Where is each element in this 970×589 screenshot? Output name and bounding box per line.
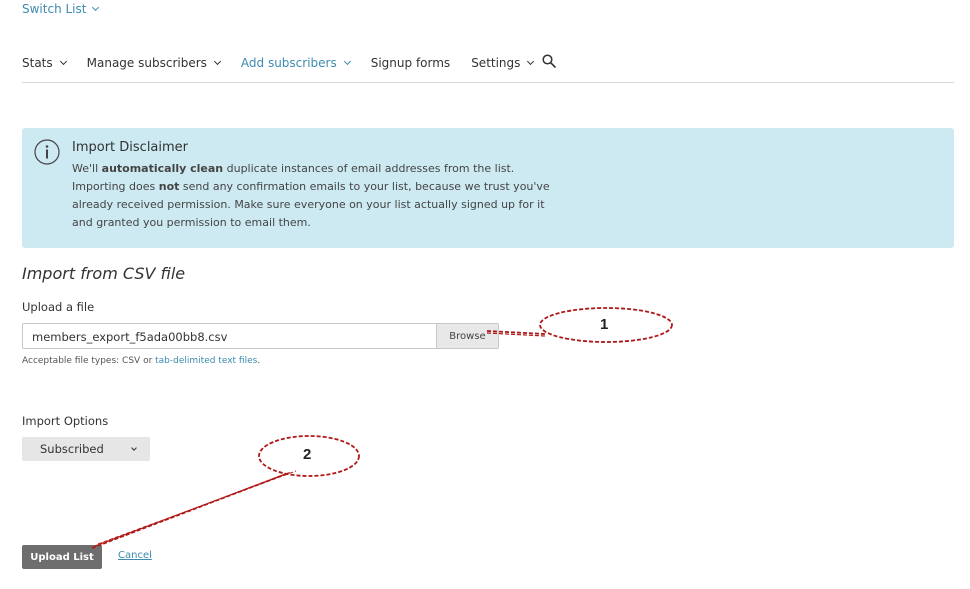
upload-list-button[interactable]: Upload List [22, 545, 102, 569]
switch-list-link[interactable]: Switch List [22, 2, 100, 16]
import-options-value: Subscribed [40, 442, 104, 456]
search-icon[interactable] [542, 54, 556, 68]
chevron-down-icon [59, 57, 67, 66]
import-heading: Import from CSV file [22, 264, 186, 283]
cancel-link[interactable]: Cancel [118, 550, 152, 561]
nav-item-label: Stats [22, 56, 53, 70]
nav-item-label: Add subscribers [240, 56, 337, 70]
file-types-hint: Acceptable file types: CSV or tab-delimi… [22, 356, 261, 366]
nav-item-label: Manage subscribers [86, 56, 207, 70]
chevron-down-icon [131, 445, 137, 451]
disclaimer-title: Import Disclaimer [72, 140, 189, 155]
file-upload-field[interactable]: members_export_f5ada00bb8.csv Browse [22, 323, 499, 349]
callout-number-1: 1 [600, 316, 609, 333]
chevron-down-icon [213, 57, 221, 66]
nav-item-label: Settings [471, 56, 521, 70]
chevron-down-icon [343, 57, 351, 66]
callout-line-2a [91, 473, 287, 549]
info-icon [34, 139, 60, 165]
callout-line-2b [94, 471, 292, 547]
nav-item-stats[interactable]: Stats [22, 56, 67, 70]
switch-list-label: Switch List [22, 2, 87, 16]
upload-label: Upload a file [22, 300, 95, 314]
nav-item-signup-forms[interactable]: Signup forms [371, 56, 450, 70]
nav-item-add-subscribers[interactable]: Add subscribers [240, 56, 351, 70]
import-disclaimer: Import Disclaimer We'll automatically cl… [22, 128, 954, 248]
tab-delimited-link[interactable]: tab-delimited text files [155, 356, 257, 366]
callout-number-2: 2 [303, 446, 312, 463]
chevron-down-icon [92, 3, 100, 12]
nav-item-manage-subscribers[interactable]: Manage subscribers [86, 56, 221, 70]
annotation-overlay [91, 307, 673, 549]
import-options-label: Import Options [22, 414, 109, 428]
browse-button[interactable]: Browse [436, 324, 498, 348]
nav-item-label: Signup forms [370, 56, 451, 70]
nav-divider [22, 82, 954, 83]
import-options-select[interactable]: Subscribed [22, 437, 150, 461]
callout-line-2c [97, 470, 297, 545]
disclaimer-text: We'll automatically clean duplicate inst… [72, 162, 550, 229]
file-name-value: members_export_f5ada00bb8.csv [32, 330, 228, 344]
main-nav: Stats Manage subscribers Add subscribers… [22, 54, 556, 72]
chevron-down-icon [527, 57, 535, 66]
nav-item-settings[interactable]: Settings [471, 56, 535, 70]
